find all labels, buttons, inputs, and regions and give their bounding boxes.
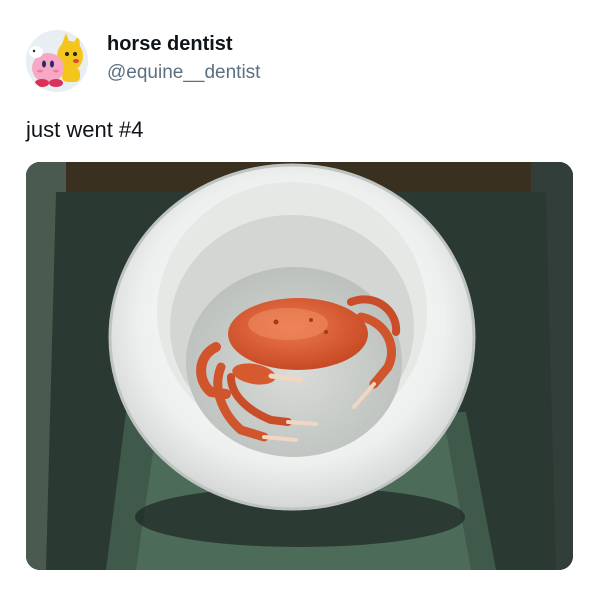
user-handle[interactable]: @equine__dentist (107, 62, 260, 84)
display-name[interactable]: horse dentist (107, 33, 233, 56)
tweet-media-image[interactable] (26, 162, 573, 570)
tweet-card[interactable]: horse dentist @equine__dentist just went… (0, 0, 599, 599)
crab-in-toilet-photo (26, 162, 573, 570)
cartoon-avatar-icon (26, 30, 88, 92)
avatar[interactable] (26, 30, 88, 92)
tweet-text: just went #4 (26, 117, 144, 142)
